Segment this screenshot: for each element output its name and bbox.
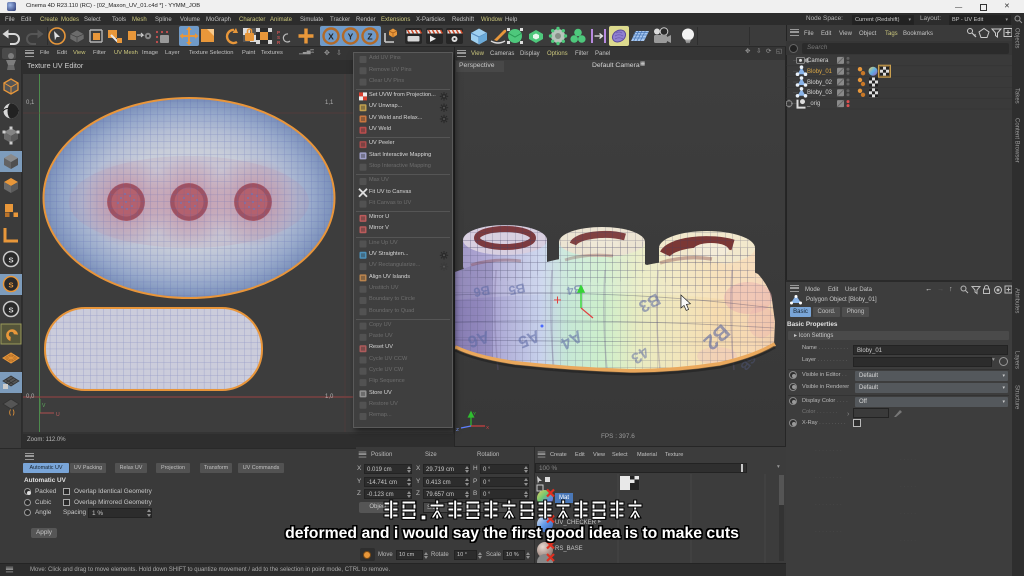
svg-text:S: S [8,281,13,290]
svg-text:V: V [42,403,46,409]
svg-text:( ): ( ) [9,410,15,416]
svg-text:Z: Z [367,32,372,42]
svg-text:X: X [328,32,334,42]
svg-text:Y: Y [348,32,354,42]
svg-text:S: S [8,306,13,315]
svg-text:Z: Z [456,427,459,432]
svg-text:S: S [8,256,13,265]
svg-text:B6: B6 [472,283,491,301]
svg-text:U: U [56,412,60,418]
svg-text:R: R [277,40,281,45]
